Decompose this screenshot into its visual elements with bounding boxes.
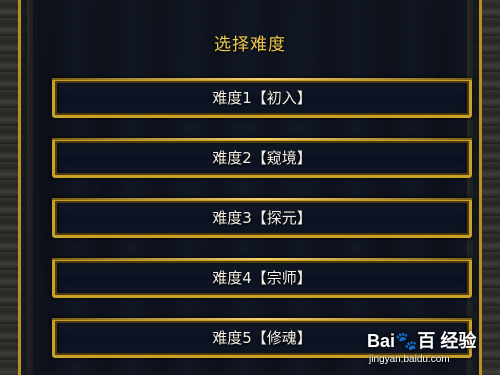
watermark-logo: Bai🐾百 经验 [367, 331, 477, 351]
dialog-title: 选择难度 [214, 35, 286, 55]
difficulty-2-button[interactable]: 难度2【窥境】 [52, 138, 472, 178]
difficulty-3-button[interactable]: 难度3【探元】 [52, 198, 472, 238]
watermark-url: jingyan.baidu.com [369, 354, 450, 365]
baidu-jingyan-watermark: Bai🐾百 经验 jingyan.baidu.com [367, 325, 492, 371]
difficulty-1-button[interactable]: 难度1【初入】 [52, 78, 472, 118]
difficulty-4-button[interactable]: 难度4【宗师】 [52, 258, 472, 298]
